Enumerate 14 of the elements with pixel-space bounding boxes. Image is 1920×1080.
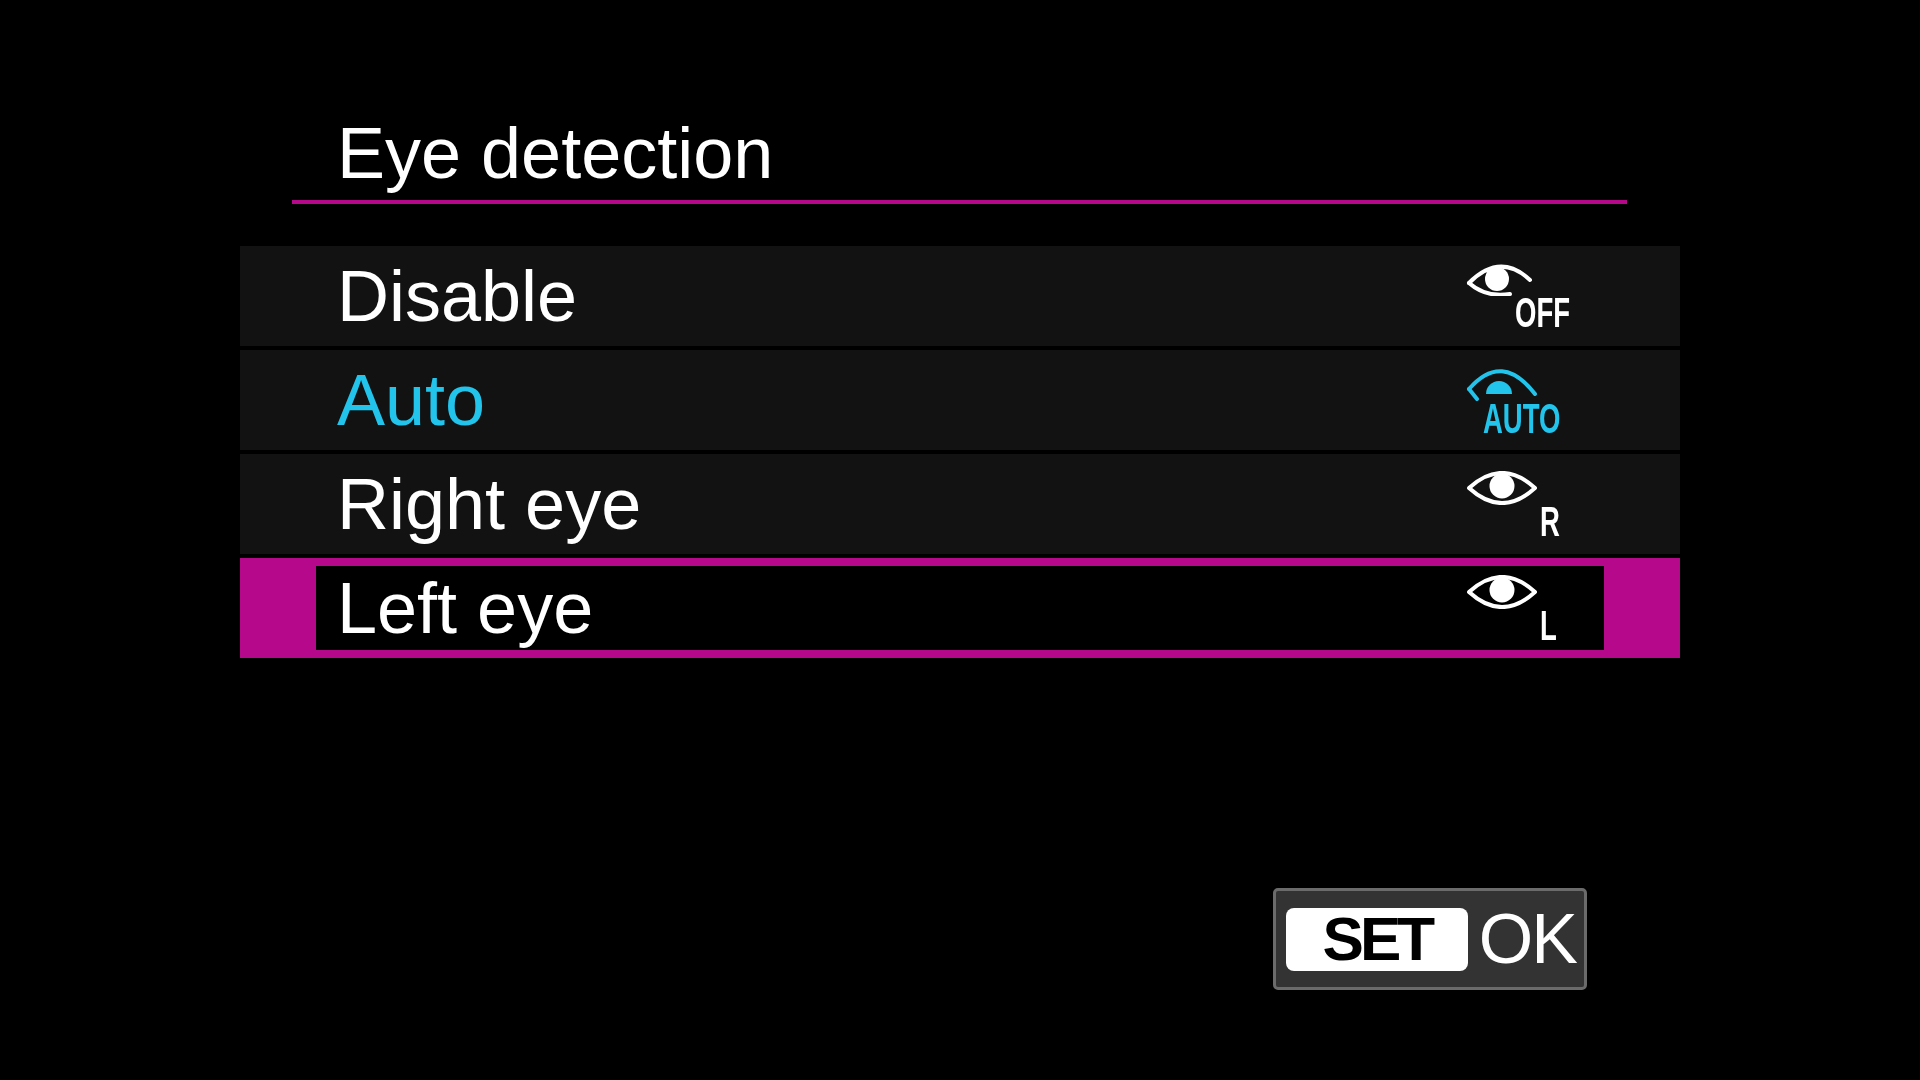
set-ok-button[interactable]: SET OK (1272, 888, 1587, 990)
eye-icon (1466, 366, 1538, 401)
mode-label: AUTO (1483, 402, 1561, 434)
menu-option[interactable]: Disable OFF (240, 246, 1680, 346)
set-key: SET (1285, 907, 1468, 971)
mode-label: L (1540, 610, 1557, 641)
menu-option[interactable]: Left eye L (240, 558, 1680, 658)
mode-label: R (1540, 506, 1560, 537)
eye-icon (1466, 471, 1538, 505)
menu-option[interactable]: Auto AUTO (240, 350, 1680, 450)
eye-icon (1466, 575, 1538, 609)
menu-option[interactable]: Right eye R (240, 454, 1680, 554)
eye-icon (1466, 264, 1534, 296)
mode-label: OFF (1515, 297, 1571, 328)
